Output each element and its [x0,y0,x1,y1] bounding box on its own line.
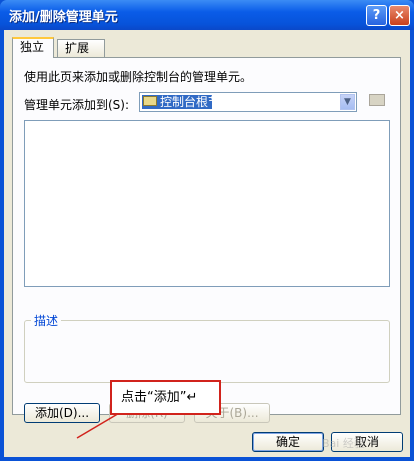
combo-value: 控制台根节点 [160,95,233,109]
title-bar[interactable]: 添加/删除管理单元 ? × [0,0,414,30]
ok-button[interactable]: 确定 [252,432,324,452]
close-button[interactable]: × [389,5,410,26]
snapin-list[interactable] [24,120,390,287]
tab-panel: 使用此页来添加或删除控制台的管理单元。 管理单元添加到(S): 控制台根节点 ▼… [12,57,401,439]
dialog-window: 添加/删除管理单元 ? × 独立 扩展 使用此页来添加或删除控制台的管理单元。 … [0,0,414,461]
page-description: 使用此页来添加或删除控制台的管理单元。 [24,70,253,84]
help-button[interactable]: ? [366,5,387,26]
dialog-client: 独立 扩展 使用此页来添加或删除控制台的管理单元。 管理单元添加到(S): 控制… [4,30,410,457]
folder-icon [143,96,157,106]
tab-standalone[interactable]: 独立 [12,37,54,58]
watermark: Bai 经验 [322,437,365,450]
add-to-label: 管理单元添加到(S): [24,98,130,112]
description-label: 描述 [31,312,62,329]
tab-extensions[interactable]: 扩展 [57,39,105,57]
chevron-down-icon[interactable]: ▼ [340,94,355,110]
description-groupbox [24,320,390,383]
up-folder-icon [369,94,385,106]
add-to-combobox[interactable]: 控制台根节点 ▼ [139,92,357,112]
window-title: 添加/删除管理单元 [9,10,118,25]
annotation-callout: 点击“添加”↵ [110,380,221,415]
